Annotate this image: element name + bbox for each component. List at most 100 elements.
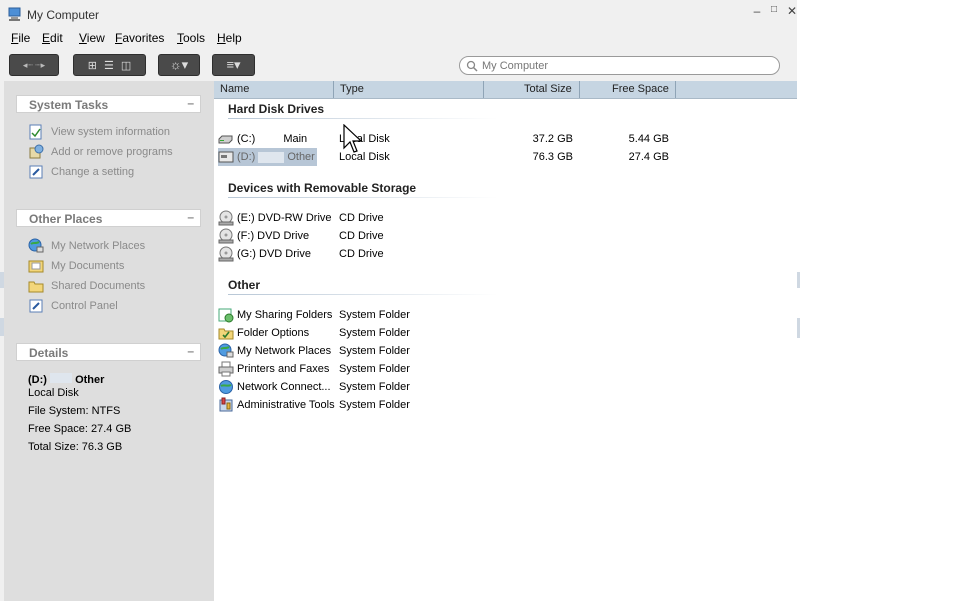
column-divider[interactable] xyxy=(675,81,676,98)
drive-free-space: 27.4 GB xyxy=(628,151,669,163)
item-name: Administrative Tools xyxy=(218,396,335,414)
item-label: (E:) DVD-RW Drive xyxy=(237,212,332,224)
dvd-drive-icon xyxy=(218,228,234,244)
list-item[interactable]: Network Connect... System Folder xyxy=(214,378,797,396)
list-item[interactable]: (F:) DVD Drive CD Drive xyxy=(214,227,797,245)
item-label: Folder Options xyxy=(237,327,310,339)
task-change-setting[interactable]: Change a setting xyxy=(28,164,134,180)
details-drive-letter: (D:) xyxy=(28,374,47,386)
details-view-icon[interactable]: ◫ xyxy=(121,59,131,72)
list-item[interactable]: Folder Options System Folder xyxy=(214,324,797,342)
item-type: CD Drive xyxy=(339,212,384,224)
task-add-remove-programs[interactable]: Add or remove programs xyxy=(28,144,173,160)
menu-tools[interactable]: Tools xyxy=(177,31,205,45)
column-free-space[interactable]: Free Space xyxy=(612,83,669,95)
collapse-icon[interactable]: – xyxy=(187,96,194,110)
drive-name-selected: (D:) Other xyxy=(218,148,317,166)
back-forward-button[interactable]: ◂┈ ┈▸ xyxy=(9,54,59,76)
column-divider[interactable] xyxy=(579,81,580,98)
list-item[interactable]: (E:) DVD-RW Drive CD Drive xyxy=(214,209,797,227)
list-item[interactable]: My Sharing Folders System Folder xyxy=(214,306,797,324)
menu-file[interactable]: File xyxy=(11,31,30,45)
place-my-network-places[interactable]: My Network Places xyxy=(28,238,145,254)
collapse-icon[interactable]: – xyxy=(187,210,194,224)
menu-favorites[interactable]: Favorites xyxy=(115,31,164,45)
menu-dropdown-icon: ≡▾ xyxy=(226,57,241,72)
background-window-edge xyxy=(797,318,800,338)
drive-free-space: 5.44 GB xyxy=(628,133,669,145)
search-icon xyxy=(466,60,478,72)
place-control-panel[interactable]: Control Panel xyxy=(28,298,118,314)
drive-row-c[interactable]: (C:) Main Local Disk 37.2 GB 5.44 GB xyxy=(214,130,797,148)
collapse-icon[interactable]: – xyxy=(187,344,194,358)
place-my-documents[interactable]: My Documents xyxy=(28,258,124,274)
drive-row-d[interactable]: (D:) Other Local Disk 76.3 GB 27.4 GB xyxy=(214,148,797,166)
view-mode-group: ⊞ ☰ ◫ xyxy=(73,54,146,76)
item-name: Printers and Faxes xyxy=(218,360,329,378)
item-type: CD Drive xyxy=(339,248,384,260)
group-hard-disk-drives[interactable]: Hard Disk Drives xyxy=(228,102,324,116)
menu-edit[interactable]: Edit xyxy=(42,31,63,45)
background-window-edge xyxy=(797,272,800,288)
place-label: My Network Places xyxy=(51,240,146,252)
title-bar[interactable]: My Computer – □ ✕ xyxy=(0,0,797,28)
group-divider xyxy=(228,294,498,295)
group-other[interactable]: Other xyxy=(228,278,260,292)
column-divider[interactable] xyxy=(333,81,334,98)
item-type: System Folder xyxy=(339,327,410,339)
network-connections-icon xyxy=(219,380,233,394)
item-name: (F:) DVD Drive xyxy=(218,227,309,245)
menu-help-accel: H xyxy=(217,31,226,45)
column-total-size[interactable]: Total Size xyxy=(524,83,572,95)
list-view-icon[interactable]: ☰ xyxy=(104,59,114,72)
search-box[interactable]: My Computer xyxy=(459,56,780,75)
organize-button[interactable]: ☼▾ xyxy=(158,54,200,76)
details-free-space: Free Space: 27.4 GB xyxy=(28,423,132,435)
column-divider[interactable] xyxy=(483,81,484,98)
explorer-window: My Computer – □ ✕ File Edit View Favorit… xyxy=(0,0,797,601)
other-places-header[interactable]: Other Places – xyxy=(16,209,201,227)
thumbnails-view-icon[interactable]: ⊞ xyxy=(88,59,97,72)
details-title: Details xyxy=(29,346,69,360)
details-type: Local Disk xyxy=(28,387,79,399)
item-label: Printers and Faxes xyxy=(237,363,330,375)
task-view-system-information[interactable]: View system information xyxy=(28,124,170,140)
drive-letter: (C:) xyxy=(237,133,256,145)
task-label: Add or remove programs xyxy=(51,146,173,158)
item-label: Administrative Tools xyxy=(237,399,335,411)
menu-bar: File Edit View Favorites Tools Help xyxy=(0,28,797,48)
details-file-system: File System: NTFS xyxy=(28,405,121,417)
details-drive-name: (D:) Other xyxy=(28,373,104,386)
my-documents-icon xyxy=(28,260,44,273)
list-item[interactable]: Printers and Faxes System Folder xyxy=(214,360,797,378)
item-label: Network Connect... xyxy=(237,381,331,393)
item-type: System Folder xyxy=(339,363,410,375)
column-name[interactable]: Name xyxy=(220,83,249,95)
details-header[interactable]: Details – xyxy=(16,343,201,361)
menu-view[interactable]: View xyxy=(79,31,105,45)
maximize-button[interactable]: □ xyxy=(767,4,781,15)
control-panel-icon xyxy=(29,299,43,313)
item-name: (E:) DVD-RW Drive xyxy=(218,209,332,227)
add-remove-programs-icon xyxy=(29,144,44,159)
close-button[interactable]: ✕ xyxy=(785,4,799,18)
place-label: Control Panel xyxy=(51,300,118,312)
menu-help[interactable]: Help xyxy=(217,31,242,45)
task-label: View system information xyxy=(51,126,171,138)
item-label: My Sharing Folders xyxy=(237,309,333,321)
menu-dropdown-button[interactable]: ≡▾ xyxy=(212,54,255,76)
details-drive-label: Other xyxy=(75,374,105,386)
place-label: Shared Documents xyxy=(51,280,146,292)
system-tasks-header[interactable]: System Tasks – xyxy=(16,95,201,113)
list-item[interactable]: Administrative Tools System Folder xyxy=(214,396,797,414)
place-shared-documents[interactable]: Shared Documents xyxy=(28,278,145,294)
list-item[interactable]: My Network Places System Folder xyxy=(214,342,797,360)
group-removable-storage[interactable]: Devices with Removable Storage xyxy=(228,181,416,195)
search-placeholder: My Computer xyxy=(482,60,549,72)
column-type[interactable]: Type xyxy=(340,83,364,95)
menu-view-accel: V xyxy=(79,31,87,45)
menu-file-rest: ile xyxy=(18,31,31,45)
minimize-button[interactable]: – xyxy=(750,4,764,18)
item-name: My Sharing Folders xyxy=(218,306,332,324)
list-item[interactable]: (G:) DVD Drive CD Drive xyxy=(214,245,797,263)
